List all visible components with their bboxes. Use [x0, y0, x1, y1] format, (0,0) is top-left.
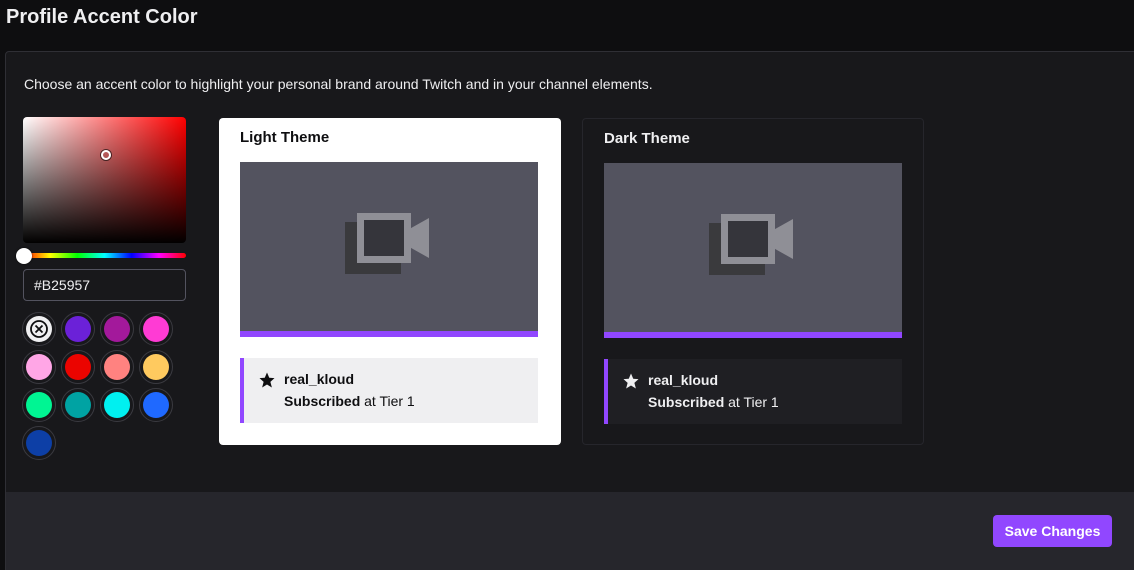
save-changes-button[interactable]: Save Changes: [993, 515, 1112, 547]
swatch-light-pink[interactable]: [22, 350, 56, 384]
swatch-dot: [143, 316, 169, 342]
swatch-dot: [26, 392, 52, 418]
color-saturation-picker[interactable]: [23, 117, 186, 243]
accent-bar: [240, 331, 538, 337]
subscriber-username: real_kloud: [284, 371, 355, 387]
swatch-purple[interactable]: [61, 312, 95, 346]
swatch-dot: [104, 316, 130, 342]
accent-bar: [604, 332, 902, 338]
swatch-salmon[interactable]: [100, 350, 134, 384]
close-icon: [30, 320, 48, 338]
subscriber-username: real_kloud: [648, 372, 719, 388]
subscription-box: real_kloud Subscribed at Tier 1: [240, 358, 538, 423]
hue-slider[interactable]: [23, 253, 186, 258]
swatch-green[interactable]: [22, 388, 56, 422]
accent-color-panel: Choose an accent color to highlight your…: [5, 51, 1134, 570]
saturation-handle[interactable]: [101, 150, 111, 160]
page-title: Profile Accent Color: [6, 6, 198, 28]
dark-theme-title: Dark Theme: [604, 130, 690, 147]
swatch-blue[interactable]: [139, 388, 173, 422]
subscription-box: real_kloud Subscribed at Tier 1: [604, 359, 902, 424]
panel-footer: Save Changes: [6, 492, 1134, 570]
swatch-navy[interactable]: [22, 426, 56, 460]
swatch-dot: [65, 354, 91, 380]
swatch-dot: [104, 354, 130, 380]
dark-theme-preview: Dark Theme real_kloud Subscribed at Tier…: [582, 118, 924, 445]
swatch-dot: [26, 354, 52, 380]
subscription-tier-text: Subscribed at Tier 1: [648, 394, 779, 410]
color-swatches: [22, 312, 182, 460]
hue-slider-handle[interactable]: [16, 248, 32, 264]
swatch-orange[interactable]: [139, 350, 173, 384]
swatch-dot: [65, 316, 91, 342]
description-text: Choose an accent color to highlight your…: [24, 76, 653, 92]
swatch-clear[interactable]: [22, 312, 56, 346]
light-theme-preview: Light Theme real_kloud Subscribed at Tie…: [219, 118, 561, 445]
video-camera-icon: [345, 213, 429, 274]
swatch-dot: [143, 354, 169, 380]
video-placeholder: [604, 163, 902, 338]
swatch-teal[interactable]: [61, 388, 95, 422]
hex-color-input[interactable]: [23, 269, 186, 301]
swatch-dot: [104, 392, 130, 418]
star-icon: [623, 373, 639, 389]
swatch-dot: [65, 392, 91, 418]
swatch-magenta[interactable]: [100, 312, 134, 346]
swatch-dot: [26, 430, 52, 456]
swatch-dot: [143, 392, 169, 418]
subscription-tier-text: Subscribed at Tier 1: [284, 393, 415, 409]
light-theme-title: Light Theme: [240, 129, 330, 146]
swatch-red[interactable]: [61, 350, 95, 384]
video-camera-icon: [709, 214, 793, 275]
star-icon: [259, 372, 275, 388]
video-placeholder: [240, 162, 538, 337]
swatch-dot: [26, 316, 52, 342]
swatch-pink[interactable]: [139, 312, 173, 346]
swatch-cyan[interactable]: [100, 388, 134, 422]
